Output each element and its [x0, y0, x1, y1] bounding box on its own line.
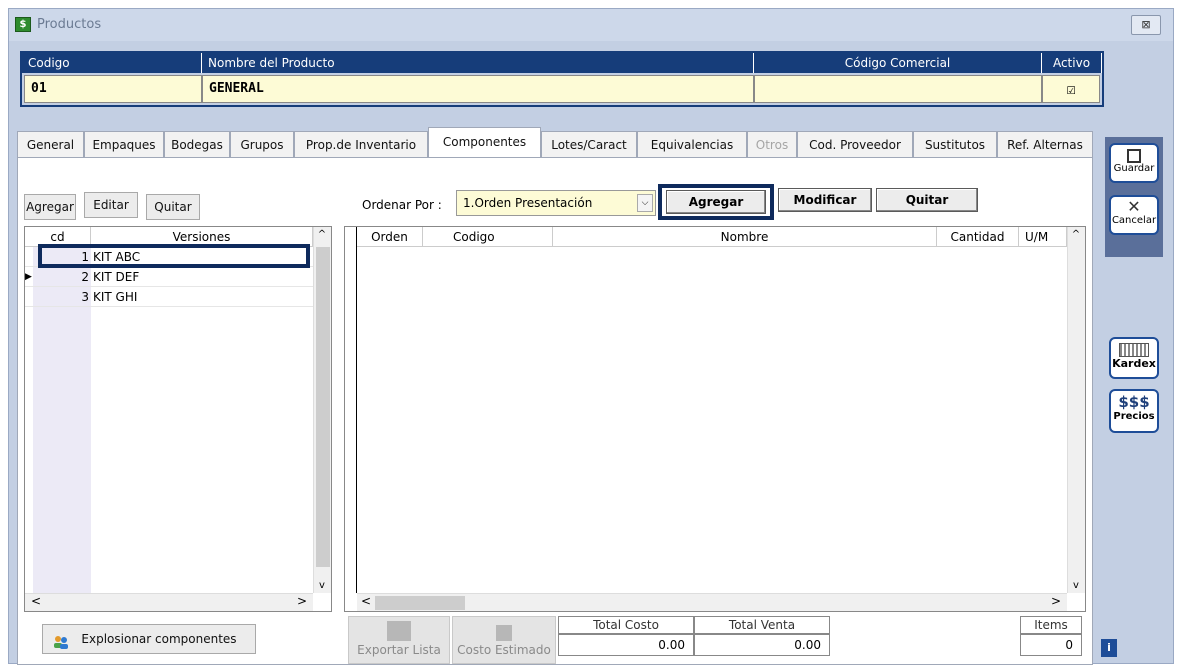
tab-componentes[interactable]: Componentes: [428, 127, 541, 158]
tab-sustitutos[interactable]: Sustitutos: [913, 131, 997, 157]
agregar-version-button[interactable]: Agregar: [24, 194, 76, 220]
row-selector-column: [345, 227, 357, 593]
window-title: Productos: [37, 17, 102, 32]
productos-window: $ Productos ⊠ Codigo Nombre del Producto…: [8, 8, 1174, 665]
chevron-down-icon[interactable]: ⌵: [637, 194, 653, 212]
tab-bodegas[interactable]: Bodegas: [164, 131, 230, 157]
exportar-label: Exportar Lista: [357, 643, 441, 657]
version-row[interactable]: ▶ 2 KIT DEF: [25, 267, 313, 287]
tab-otros: Otros: [747, 131, 797, 157]
scroll-right-icon[interactable]: >: [1051, 594, 1061, 608]
ordenar-label: Ordenar Por :: [362, 198, 442, 212]
components-grid: Orden Codigo Nombre Cantidad U/M ^ v < >: [344, 226, 1086, 612]
codigo-header: Codigo: [22, 53, 202, 73]
close-icon: ✕: [1127, 197, 1141, 216]
kardex-label: Kardex: [1112, 357, 1156, 370]
scroll-up-icon[interactable]: ^: [314, 229, 330, 240]
tab-empaques[interactable]: Empaques: [84, 131, 164, 157]
ordenar-select-value: 1.Orden Presentación: [463, 196, 593, 210]
editar-version-button[interactable]: Editar: [84, 192, 138, 218]
row-pointer-icon: ▶: [25, 272, 32, 282]
tab-lotes[interactable]: Lotes/Caract: [541, 131, 637, 157]
tab-prop-inventario[interactable]: Prop.de Inventario: [294, 131, 428, 157]
version-name: KIT DEF: [93, 270, 140, 284]
close-button[interactable]: ⊠: [1131, 15, 1161, 35]
scroll-down-icon[interactable]: v: [314, 580, 330, 591]
export-icon: [387, 621, 411, 641]
versions-vscroll[interactable]: ^ v: [313, 227, 331, 593]
save-icon: [1127, 149, 1141, 163]
total-venta-label: Total Venta: [694, 616, 830, 634]
version-cd: 3: [81, 290, 89, 304]
kardex-button[interactable]: Kardex: [1109, 337, 1159, 379]
guardar-label: Guardar: [1113, 163, 1155, 174]
tab-ref-alternas[interactable]: Ref. Alternas: [997, 131, 1093, 157]
cancelar-button[interactable]: ✕ Cancelar: [1109, 195, 1159, 235]
ordenar-select[interactable]: 1.Orden Presentación ⌵: [456, 190, 656, 216]
guardar-button[interactable]: Guardar: [1109, 143, 1159, 183]
col-cantidad-header: Cantidad: [937, 227, 1019, 247]
total-costo-label: Total Costo: [558, 616, 694, 634]
people-icon: [53, 631, 69, 649]
cancelar-label: Cancelar: [1111, 215, 1157, 226]
costo-estimado-label: Costo Estimado: [457, 643, 551, 657]
exportar-lista-button: Exportar Lista: [348, 616, 450, 664]
selected-version-highlight: [38, 244, 310, 268]
version-cd: 2: [81, 270, 89, 284]
versions-grid: cd Versiones 1 KIT ABC ▶ 2 KIT DEF 3 KIT…: [24, 226, 332, 612]
components-hscroll[interactable]: < >: [357, 593, 1067, 611]
col-codigo-header: Codigo: [423, 227, 553, 247]
quitar-componente-button[interactable]: Quitar: [876, 188, 978, 212]
quitar-version-button[interactable]: Quitar: [146, 194, 200, 220]
col-orden-header: Orden: [357, 227, 423, 247]
version-row[interactable]: 3 KIT GHI: [25, 287, 313, 307]
dollar-icon: $$$: [1118, 393, 1150, 411]
keyboard-icon: [1119, 343, 1149, 357]
versions-hscroll[interactable]: < >: [25, 593, 313, 611]
modificar-componente-button[interactable]: Modificar: [778, 188, 872, 212]
scroll-up-icon[interactable]: ^: [1068, 229, 1084, 240]
app-icon: $: [15, 17, 31, 32]
agregar-componente-button[interactable]: Agregar: [666, 190, 766, 214]
componentes-panel: Agregar Editar Quitar Ordenar Por : 1.Or…: [17, 157, 1093, 665]
col-nombre-header: Nombre: [553, 227, 937, 247]
activo-checkbox[interactable]: ☑: [1042, 75, 1100, 103]
total-venta-value: 0.00: [694, 634, 830, 656]
scroll-left-icon[interactable]: <: [361, 594, 371, 608]
info-icon[interactable]: i: [1101, 639, 1117, 657]
total-costo-value: 0.00: [558, 634, 694, 656]
codigo-field[interactable]: 01: [24, 75, 202, 103]
activo-header: Activo: [1042, 53, 1102, 73]
precios-button[interactable]: $$$ Precios: [1109, 389, 1159, 433]
nombre-header: Nombre del Producto: [202, 53, 754, 73]
title-bar: $ Productos ⊠: [9, 9, 1173, 41]
comercial-field[interactable]: [754, 75, 1042, 103]
nombre-field[interactable]: GENERAL: [202, 75, 754, 103]
items-label: Items: [1020, 616, 1082, 634]
scroll-left-icon[interactable]: <: [31, 594, 41, 608]
scroll-thumb[interactable]: [375, 596, 465, 610]
version-name: KIT GHI: [93, 290, 138, 304]
col-um-header: U/M: [1019, 227, 1067, 247]
explosionar-label: Explosionar componentes: [81, 632, 237, 646]
scroll-down-icon[interactable]: v: [1068, 580, 1084, 591]
tab-equivalencias[interactable]: Equivalencias: [637, 131, 747, 157]
comercial-header: Código Comercial: [754, 53, 1042, 73]
tab-cod-proveedor[interactable]: Cod. Proveedor: [797, 131, 913, 157]
tab-grupos[interactable]: Grupos: [230, 131, 294, 157]
precios-label: Precios: [1113, 411, 1155, 422]
tab-general[interactable]: General: [17, 131, 84, 157]
explosionar-button[interactable]: Explosionar componentes: [42, 624, 256, 654]
items-value: 0: [1020, 634, 1082, 656]
components-vscroll[interactable]: ^ v: [1067, 227, 1085, 593]
scroll-thumb[interactable]: [316, 247, 330, 567]
costo-estimado-button: Costo Estimado: [452, 616, 556, 664]
estimate-icon: [496, 625, 512, 641]
scroll-right-icon[interactable]: >: [297, 594, 307, 608]
